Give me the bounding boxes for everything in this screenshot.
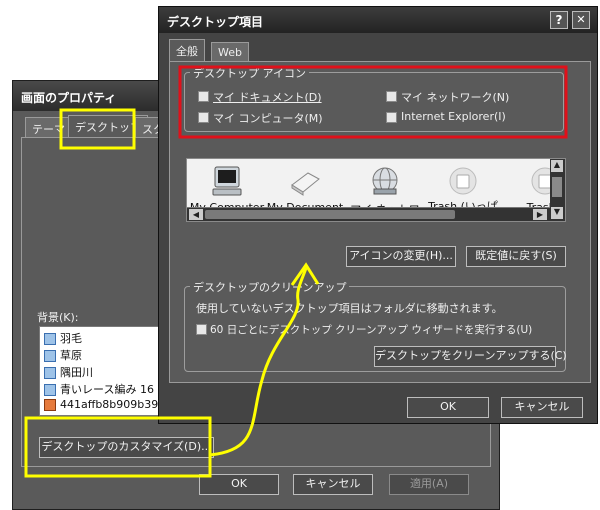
cleanup-description: 使用していないデスクトップ項目はフォルダに移動されます。 [196,302,503,315]
computer-icon [212,166,242,196]
customize-desktop-button[interactable]: デスクトップのカスタマイズ(D)... [39,437,214,458]
checkbox-my-computer[interactable] [198,112,209,123]
scroll-vthumb[interactable] [552,177,562,197]
trash-full-icon [449,167,477,195]
checkbox-my-network[interactable] [386,91,397,102]
tab-general[interactable]: 全般 [169,39,205,61]
dialog-titlebar: デスクトップ項目 [159,7,597,33]
checkbox-label-internet-explorer[interactable]: Internet Explorer(I) [401,110,506,123]
background-list[interactable]: 羽毛 草原 隅田川 青いレース編み 16 441affb8b909b391c [39,326,174,416]
background-label: 背景(K): [37,311,79,324]
icon-preview-list[interactable]: My Computer My Document マイ ネットワーク [186,158,566,222]
dialog-title: デスクトップ項目 [167,15,264,29]
jpg-file-icon [44,399,56,411]
checkbox-label-my-documents[interactable]: マイ ドキュメント(D) [213,89,322,105]
documents-icon [291,172,320,196]
cleanup-desktop-button[interactable]: デスクトップをクリーンアップする(C) [374,346,567,367]
checkbox-cleanup-60-days[interactable] [196,324,207,335]
scroll-down-button[interactable]: ▼ [551,207,563,219]
desktop-icons-legend: デスクトップ アイコン [190,65,309,81]
tab-theme[interactable]: テーマ [25,117,72,137]
ok-button[interactable]: OK [199,474,279,495]
apply-button[interactable]: 適用(A) [389,474,469,495]
close-button[interactable]: ✕ [572,11,590,29]
checkbox-label-my-computer[interactable]: マイ コンピュータ(M) [213,110,323,126]
general-panel: デスクトップ アイコン マイ ドキュメント(D) マイ ネットワーク(N) マイ… [169,61,591,383]
dialog-ok-button[interactable]: OK [407,397,489,418]
checkbox-label-cleanup-60-days[interactable]: 60 日ごとにデスクトップ クリーンアップ ウィザードを実行する(U) [210,322,532,337]
list-item[interactable]: 隅田川 [44,364,93,380]
image-file-icon [44,384,56,396]
cancel-button[interactable]: キャンセル [293,474,373,495]
image-file-icon [44,350,56,362]
list-item[interactable]: 441affb8b909b391c [44,398,171,411]
image-file-icon [44,367,56,379]
scroll-left-button[interactable]: ◀ [189,209,203,220]
image-file-icon [44,333,56,345]
checkbox-internet-explorer[interactable] [386,112,397,123]
checkbox-label-my-network[interactable]: マイ ネットワーク(N) [401,89,509,105]
restore-default-button[interactable]: 既定値に戻す(S) [466,246,566,267]
help-button[interactable]: ? [550,11,568,29]
network-icon [372,167,398,195]
window-title: 画面のプロパティ [21,91,117,105]
icon-list-vscrollbar[interactable]: ▲ ▼ [550,159,565,221]
list-item[interactable]: 羽毛 [44,330,82,346]
desktop-items-dialog: デスクトップ項目 ? ✕ 全般 Web デスクトップ アイコン マイ ドキュメン… [158,6,598,424]
list-item[interactable]: 青いレース編み 16 [44,381,154,397]
cleanup-legend: デスクトップのクリーンアップ [190,279,350,295]
checkbox-my-documents[interactable] [198,91,209,102]
scroll-right-button[interactable]: ▶ [533,209,547,220]
scroll-thumb[interactable] [205,210,455,219]
scroll-up-button[interactable]: ▲ [551,160,563,172]
dialog-cancel-button[interactable]: キャンセル [501,397,583,418]
icon-list-hscrollbar[interactable]: ◀ ▶ [187,207,551,221]
close-icon: ✕ [576,13,586,26]
tab-web[interactable]: Web [211,42,249,62]
change-icon-button[interactable]: アイコンの変更(H)... [346,246,456,267]
list-item[interactable]: 草原 [44,347,82,363]
